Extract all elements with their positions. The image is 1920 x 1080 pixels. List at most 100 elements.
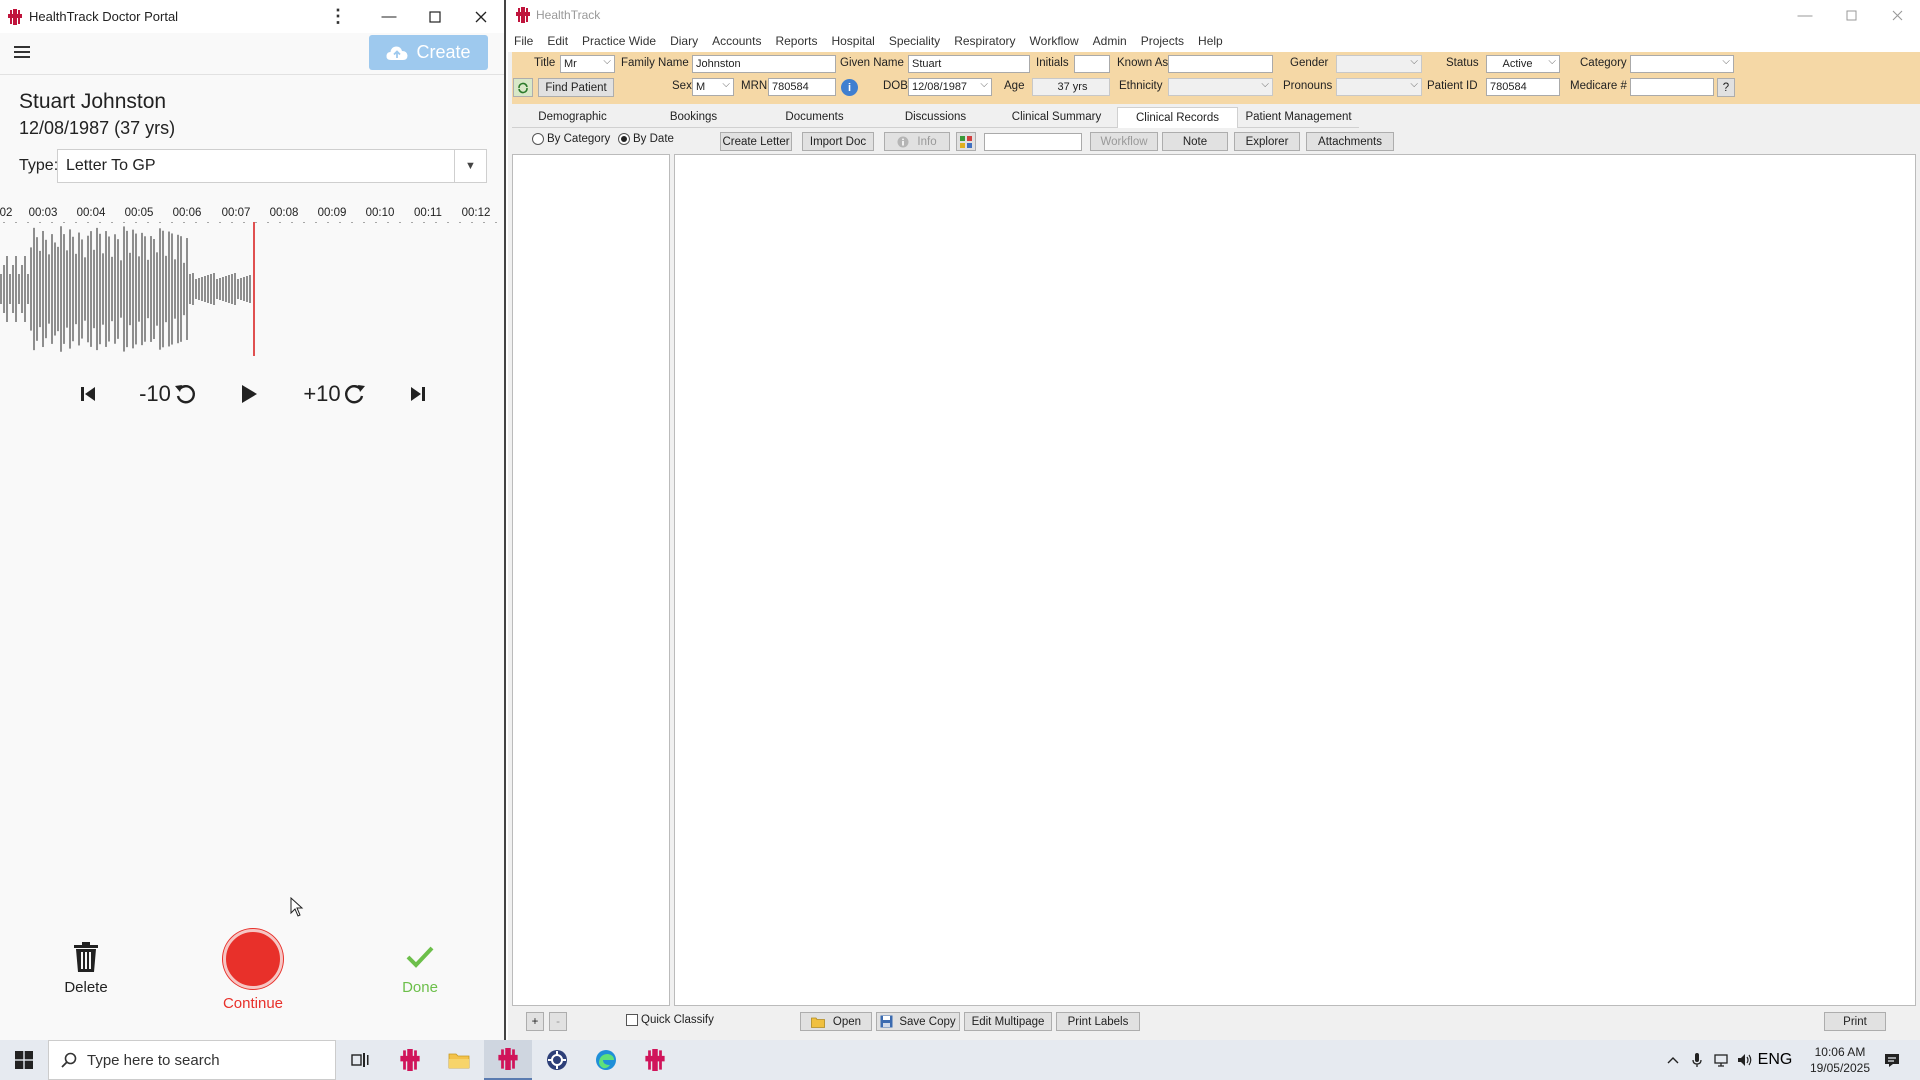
family-name-input[interactable]: Johnston — [692, 55, 836, 73]
menu-item-diary[interactable]: Diary — [670, 34, 698, 48]
microphone-icon[interactable] — [1686, 1040, 1708, 1080]
menu-item-projects[interactable]: Projects — [1141, 34, 1184, 48]
menu-item-help[interactable]: Help — [1198, 34, 1223, 48]
menu-item-practice-wide[interactable]: Practice Wide — [582, 34, 656, 48]
edge-browser-icon[interactable] — [582, 1040, 630, 1080]
initials-input[interactable] — [1074, 55, 1110, 73]
records-search-input[interactable] — [984, 133, 1082, 151]
tab-clinical-records[interactable]: Clinical Records — [1117, 107, 1238, 128]
skip-to-end-icon[interactable] — [404, 376, 432, 412]
menu-item-hospital[interactable]: Hospital — [831, 34, 874, 48]
continue-recording-button[interactable]: Continue — [203, 925, 303, 1012]
by-category-radio[interactable]: By Category — [532, 133, 610, 145]
settings-app-icon[interactable] — [533, 1040, 581, 1080]
ht-minimize-button[interactable]: — — [1782, 0, 1828, 30]
dob-input[interactable]: 12/08/1987 — [908, 78, 992, 96]
delete-button[interactable]: Delete — [36, 925, 136, 996]
play-button[interactable] — [234, 376, 264, 412]
import-doc-button[interactable]: Import Doc — [802, 132, 874, 151]
healthtrack-secondary-taskbar-icon[interactable] — [631, 1040, 679, 1080]
minimize-button[interactable]: — — [366, 0, 412, 33]
tab-documents[interactable]: Documents — [754, 107, 875, 128]
dropdown-arrow-icon[interactable]: ▼ — [454, 150, 486, 182]
create-button[interactable]: Create — [369, 35, 488, 70]
records-tree-pane[interactable] — [512, 154, 670, 1006]
info-icon[interactable]: i — [841, 79, 858, 96]
find-patient-button[interactable]: Find Patient — [538, 78, 614, 97]
menu-item-workflow[interactable]: Workflow — [1030, 34, 1079, 48]
ht-maximize-button[interactable] — [1828, 0, 1874, 30]
record-icon[interactable] — [223, 929, 283, 989]
tab-demographic[interactable]: Demographic — [512, 107, 633, 128]
by-date-radio-dot[interactable] — [618, 133, 630, 145]
workflow-button[interactable]: Workflow — [1090, 132, 1158, 151]
healthtrack-taskbar-icon[interactable] — [386, 1040, 434, 1080]
menu-item-edit[interactable]: Edit — [547, 34, 568, 48]
given-name-input[interactable]: Stuart — [908, 55, 1030, 73]
close-button[interactable] — [458, 0, 504, 33]
forward-10-button[interactable]: +10 — [300, 376, 370, 412]
save-copy-button[interactable]: Save Copy — [876, 1012, 960, 1031]
palette-icon[interactable] — [956, 132, 976, 151]
gender-select[interactable] — [1336, 55, 1422, 73]
network-icon[interactable] — [1709, 1040, 1733, 1080]
taskbar-search-box[interactable]: Type here to search — [48, 1040, 336, 1080]
note-button[interactable]: Note — [1162, 132, 1228, 151]
menu-item-file[interactable]: File — [514, 34, 533, 48]
audio-waveform-timeline[interactable]: 02 00:03 00:04 00:05 00:06 00:07 00:08 00:09 00:… — [0, 200, 506, 360]
show-hidden-icons-icon[interactable] — [1662, 1040, 1684, 1080]
tab-clinical-summary[interactable]: Clinical Summary — [996, 107, 1117, 128]
menu-item-speciality[interactable]: Speciality — [889, 34, 940, 48]
ethnicity-select[interactable] — [1168, 78, 1273, 96]
medicare-input[interactable] — [1630, 78, 1714, 96]
ht-close-button[interactable] — [1874, 0, 1920, 30]
attachments-button[interactable]: Attachments — [1306, 132, 1394, 151]
volume-icon[interactable] — [1734, 1040, 1756, 1080]
create-letter-button[interactable]: Create Letter — [720, 132, 792, 151]
taskbar-clock[interactable]: 10:06 AM 19/05/2025 — [1810, 1044, 1870, 1076]
status-select[interactable]: Active — [1486, 55, 1560, 73]
maximize-button[interactable] — [412, 0, 458, 33]
menu-item-reports[interactable]: Reports — [775, 34, 817, 48]
tab-bookings[interactable]: Bookings — [633, 107, 754, 128]
letter-type-select[interactable]: Letter To GP ▼ — [57, 149, 487, 183]
known-as-input[interactable] — [1168, 55, 1273, 73]
healthtrack-portal-taskbar-icon[interactable] — [484, 1040, 532, 1080]
collapse-button[interactable]: - — [549, 1012, 567, 1031]
print-labels-button[interactable]: Print Labels — [1056, 1012, 1140, 1031]
by-date-radio[interactable]: By Date — [618, 133, 674, 145]
refresh-icon[interactable] — [513, 78, 533, 97]
done-button[interactable]: Done — [370, 925, 470, 996]
menu-item-respiratory[interactable]: Respiratory — [954, 34, 1015, 48]
task-view-icon[interactable] — [336, 1040, 384, 1080]
rewind-10-button[interactable]: -10 — [136, 376, 200, 412]
medicare-help-button[interactable]: ? — [1717, 78, 1735, 97]
language-indicator[interactable]: ENG — [1758, 1040, 1793, 1080]
tab-patient-management[interactable]: Patient Management — [1238, 107, 1359, 128]
patient-id-input[interactable]: 780584 — [1486, 78, 1560, 96]
document-viewer-pane[interactable] — [674, 154, 1916, 1006]
waveform-svg[interactable]: 02 00:03 00:04 00:05 00:06 00:07 00:08 00:09 00:… — [0, 200, 506, 360]
info-button[interactable]: Info — [884, 132, 950, 151]
tab-discussions[interactable]: Discussions — [875, 107, 996, 128]
pronouns-select[interactable] — [1336, 78, 1422, 96]
windows-start-icon[interactable] — [0, 1040, 48, 1080]
hamburger-menu-icon[interactable] — [14, 43, 34, 63]
notification-center-icon[interactable] — [1872, 1040, 1912, 1080]
skip-to-start-icon[interactable] — [74, 376, 102, 412]
category-select[interactable] — [1630, 55, 1734, 73]
title-select[interactable]: Mr — [560, 55, 615, 73]
menu-item-accounts[interactable]: Accounts — [712, 34, 761, 48]
file-explorer-icon[interactable] — [435, 1040, 483, 1080]
by-category-radio-dot[interactable] — [532, 133, 544, 145]
quick-classify-box[interactable] — [626, 1014, 638, 1026]
edit-multipage-button[interactable]: Edit Multipage — [964, 1012, 1052, 1031]
menu-item-admin[interactable]: Admin — [1093, 34, 1127, 48]
explorer-button[interactable]: Explorer — [1234, 132, 1300, 151]
open-button[interactable]: Open — [800, 1012, 872, 1031]
quick-classify-checkbox[interactable]: Quick Classify — [626, 1014, 714, 1026]
more-options-icon[interactable]: ⋮ — [326, 0, 350, 33]
sex-select[interactable]: M — [692, 78, 734, 96]
mrn-input[interactable]: 780584 — [768, 78, 836, 96]
print-button[interactable]: Print — [1824, 1012, 1886, 1031]
